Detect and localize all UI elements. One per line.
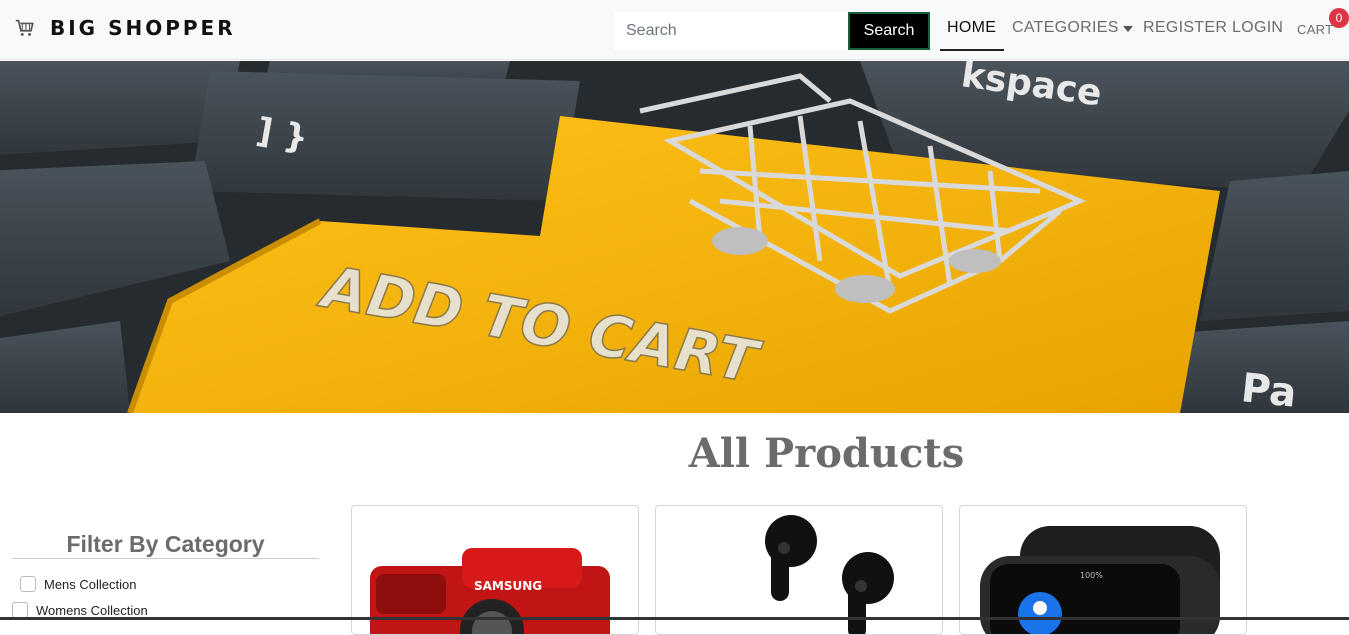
smartwatch-image: 100%: [980, 526, 1220, 634]
nav-categories-label: CATEGORIES: [1012, 19, 1119, 36]
checkbox[interactable]: [12, 602, 28, 618]
caret-down-icon: [1122, 25, 1133, 32]
filter-item-womens[interactable]: Womens Collection: [12, 602, 148, 618]
search-input[interactable]: [614, 12, 848, 50]
nav-categories-dropdown[interactable]: CATEGORIES: [1012, 19, 1133, 37]
page-title: All Products: [688, 430, 965, 477]
nav-home-link[interactable]: HOME: [947, 19, 996, 37]
hero-banner: kspace Pa ] } ADD TO CART: [0, 61, 1349, 413]
product-card[interactable]: SAMSUNG: [351, 505, 639, 635]
nav-login-link[interactable]: LOGIN: [1232, 19, 1283, 37]
brand-link[interactable]: BIG SHOPPER: [14, 16, 236, 40]
filter-item-label: Womens Collection: [36, 602, 148, 618]
filter-item-label: Mens Collection: [44, 576, 137, 592]
search-button[interactable]: Search: [848, 12, 930, 50]
brand-name: BIG SHOPPER: [50, 16, 236, 40]
shopping-cart-icon: [15, 19, 34, 36]
svg-text:SAMSUNG: SAMSUNG: [474, 579, 542, 593]
earbuds-image: [765, 515, 894, 634]
navbar: BIG SHOPPER Search HOME CATEGORIES REGIS…: [0, 0, 1349, 60]
nav-register-link[interactable]: REGISTER: [1143, 19, 1227, 37]
checkbox[interactable]: [20, 576, 36, 592]
filter-title: Filter By Category: [66, 531, 265, 557]
product-card[interactable]: [655, 505, 943, 635]
nav-cart-link[interactable]: CART: [1297, 22, 1333, 37]
product-card[interactable]: 100%: [959, 505, 1247, 635]
svg-text:100%: 100%: [1080, 571, 1103, 580]
svg-text:Pa: Pa: [1239, 365, 1299, 413]
hero-image: kspace Pa ] } ADD TO CART: [0, 61, 1349, 413]
filter-divider: [12, 558, 319, 559]
cart-count-badge: 0: [1329, 8, 1349, 28]
active-link-underline: [940, 49, 1004, 51]
camera-image: SAMSUNG: [370, 548, 610, 634]
filter-item-mens[interactable]: Mens Collection: [20, 576, 137, 592]
